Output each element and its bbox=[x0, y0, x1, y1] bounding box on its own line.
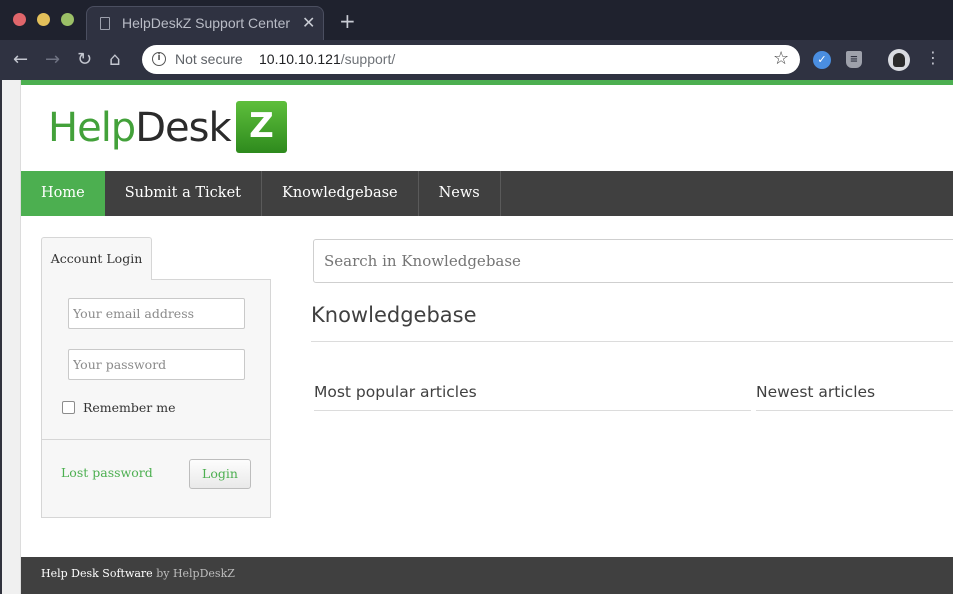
url-host: 10.10.10.121 bbox=[259, 51, 341, 67]
kb-heading: Knowledgebase bbox=[311, 303, 477, 327]
remember-me-row: Remember me bbox=[62, 400, 176, 415]
address-bar[interactable]: i Not secure 10.10.10.121/support/ ☆ bbox=[142, 45, 800, 74]
nav-news[interactable]: News bbox=[419, 171, 501, 216]
logo-part-desk: Desk bbox=[135, 105, 231, 151]
document-icon bbox=[100, 17, 110, 30]
tab-close-icon[interactable]: ✕ bbox=[302, 13, 315, 32]
window-close-button[interactable] bbox=[13, 13, 26, 26]
main-nav: Home Submit a Ticket Knowledgebase News bbox=[21, 171, 953, 216]
logo-z-box: Z bbox=[236, 101, 287, 153]
browser-tab-bar: HelpDeskZ Support Center ✕ + bbox=[0, 0, 953, 40]
nav-home[interactable]: Home bbox=[21, 171, 105, 216]
footer-software-link[interactable]: Help Desk Software bbox=[41, 567, 153, 580]
page-viewport: HelpDesk Z Home Submit a Ticket Knowledg… bbox=[0, 80, 953, 594]
nav-knowledgebase[interactable]: Knowledgebase bbox=[262, 171, 419, 216]
login-divider bbox=[42, 439, 270, 440]
url-path: /support/ bbox=[340, 51, 396, 67]
popular-articles-heading: Most popular articles bbox=[314, 383, 477, 401]
kb-divider bbox=[311, 341, 953, 342]
email-field[interactable] bbox=[68, 298, 245, 329]
page-content: HelpDesk Z Home Submit a Ticket Knowledg… bbox=[21, 80, 953, 594]
footer-by-text: by HelpDeskZ bbox=[156, 567, 235, 580]
bookmark-star-icon[interactable]: ☆ bbox=[773, 48, 789, 69]
remember-me-label: Remember me bbox=[83, 400, 176, 415]
browser-menu-icon[interactable]: ⋮ bbox=[925, 49, 941, 67]
nav-submit-ticket[interactable]: Submit a Ticket bbox=[105, 171, 262, 216]
login-button[interactable]: Login bbox=[189, 459, 251, 489]
extension-shield-icon[interactable]: ≡ bbox=[846, 51, 862, 68]
password-field[interactable] bbox=[68, 349, 245, 380]
forward-arrow-icon[interactable]: → bbox=[45, 49, 60, 70]
logo-part-help: Help bbox=[48, 105, 136, 151]
lost-password-link[interactable]: Lost password bbox=[61, 465, 153, 480]
popular-divider bbox=[314, 410, 751, 411]
security-label: Not secure bbox=[175, 51, 243, 67]
new-tab-button[interactable]: + bbox=[339, 9, 356, 33]
browser-toolbar: ← → ↻ ⌂ i Not secure 10.10.10.121/suppor… bbox=[0, 40, 953, 80]
left-gutter bbox=[0, 80, 21, 594]
kb-search-input[interactable] bbox=[313, 239, 953, 283]
page-footer: Help Desk Software by HelpDeskZ bbox=[21, 557, 953, 594]
newest-divider bbox=[756, 410, 953, 411]
login-panel: Remember me Lost password Login bbox=[41, 279, 271, 518]
window-minimize-button[interactable] bbox=[37, 13, 50, 26]
tab-title: HelpDeskZ Support Center bbox=[122, 15, 291, 31]
home-icon[interactable]: ⌂ bbox=[109, 49, 120, 70]
window-maximize-button[interactable] bbox=[61, 13, 74, 26]
remember-me-checkbox[interactable] bbox=[62, 401, 75, 414]
newest-articles-heading: Newest articles bbox=[756, 383, 876, 401]
logo-wordmark: HelpDesk bbox=[48, 105, 232, 151]
extension-check-icon[interactable]: ✓ bbox=[813, 51, 831, 69]
url-text[interactable]: 10.10.10.121/support/ bbox=[259, 51, 395, 67]
reload-icon[interactable]: ↻ bbox=[77, 49, 92, 70]
helpdeskz-logo[interactable]: HelpDesk Z bbox=[48, 100, 298, 156]
back-arrow-icon[interactable]: ← bbox=[13, 49, 28, 70]
info-icon[interactable]: i bbox=[152, 52, 166, 66]
profile-avatar[interactable] bbox=[888, 49, 910, 71]
browser-tab[interactable]: HelpDeskZ Support Center ✕ bbox=[86, 6, 324, 40]
top-accent-stripe bbox=[21, 80, 953, 85]
account-login-tab[interactable]: Account Login bbox=[41, 237, 152, 280]
